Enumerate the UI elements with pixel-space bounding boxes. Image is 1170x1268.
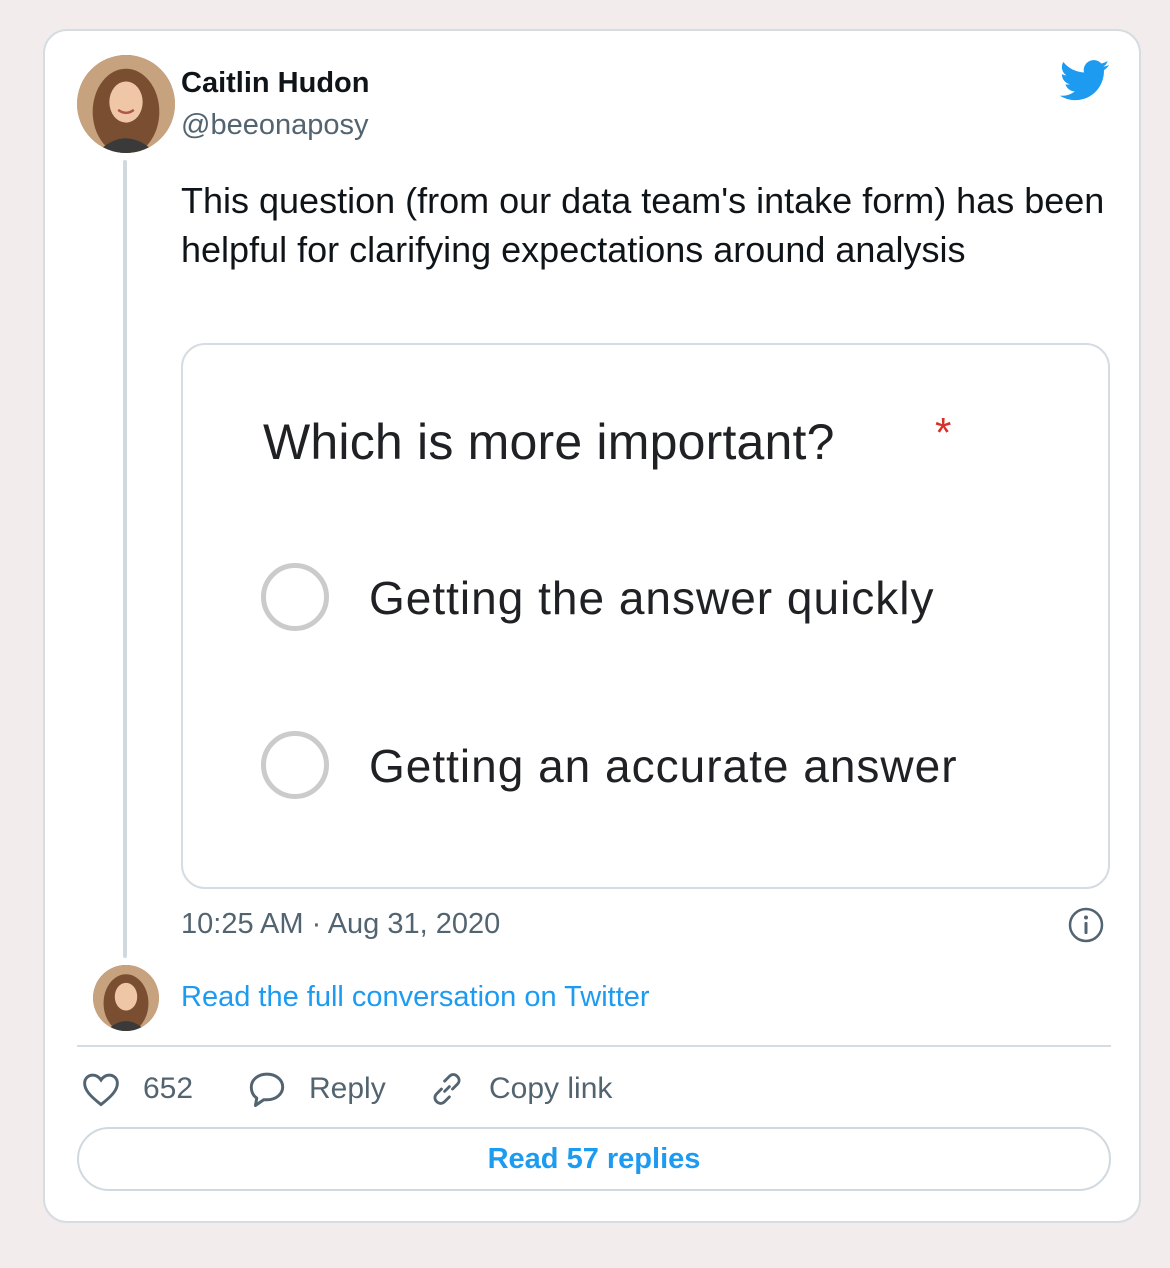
- divider: [77, 1045, 1111, 1047]
- speech-bubble-icon: [249, 1072, 285, 1108]
- heart-icon: [83, 1073, 119, 1107]
- tweet-timestamp[interactable]: 10:25 AM · Aug 31, 2020: [181, 908, 500, 941]
- option-label-accurate: Getting an accurate answer: [369, 740, 958, 792]
- like-button[interactable]: 652: [81, 1067, 193, 1111]
- form-question: Which is more important?: [263, 414, 835, 470]
- tweet-card: Caitlin Hudon @beeonaposy This question …: [43, 29, 1141, 1223]
- reply-label: Reply: [309, 1072, 386, 1105]
- read-replies-button[interactable]: Read 57 replies: [77, 1127, 1111, 1191]
- radio-option-quickly: [261, 563, 329, 631]
- thread-line: [123, 160, 127, 958]
- author-name[interactable]: Caitlin Hudon: [181, 67, 369, 100]
- read-conversation-link[interactable]: Read the full conversation on Twitter: [181, 981, 650, 1014]
- like-count: 652: [143, 1072, 194, 1105]
- avatar-image-small: [93, 965, 159, 1031]
- copy-link-button[interactable]: Copy link: [427, 1067, 612, 1111]
- twitter-bird-icon[interactable]: [1060, 60, 1110, 102]
- radio-option-accurate: [261, 731, 329, 799]
- read-replies-label: Read 57 replies: [487, 1142, 701, 1175]
- info-icon[interactable]: [1068, 907, 1104, 943]
- copy-link-label: Copy link: [489, 1072, 613, 1105]
- reply-avatar[interactable]: [93, 965, 159, 1031]
- option-label-quickly: Getting the answer quickly: [369, 572, 935, 624]
- tweet-media-image[interactable]: Which is more important? * Getting the a…: [181, 343, 1110, 889]
- reply-button[interactable]: Reply: [247, 1067, 386, 1111]
- avatar-image: [77, 55, 175, 153]
- required-marker: *: [935, 409, 952, 456]
- link-icon: [433, 1073, 461, 1105]
- author-avatar[interactable]: [77, 55, 175, 153]
- tweet-text: This question (from our data team's inta…: [181, 180, 1105, 270]
- author-handle[interactable]: @beeonaposy: [181, 109, 368, 142]
